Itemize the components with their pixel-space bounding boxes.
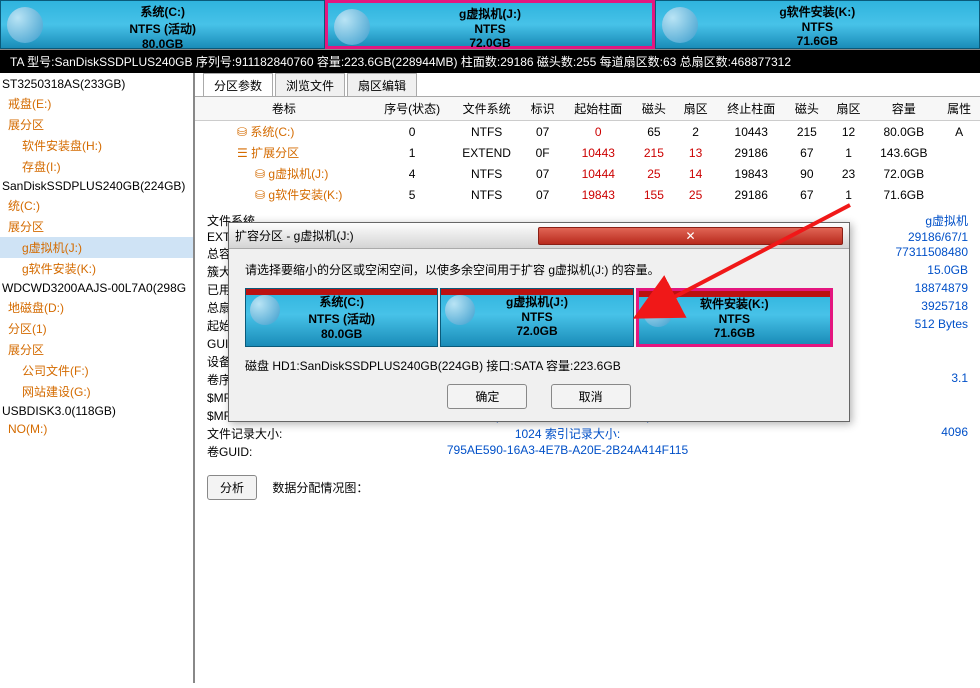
- dialog-drive-option[interactable]: g虚拟机(J:)NTFS72.0GB: [440, 288, 633, 347]
- table-header-row: 卷标序号(状态)文件系统标识起始柱面磁头扇区终止柱面磁头扇区容量属性: [195, 97, 980, 121]
- column-header[interactable]: 容量: [869, 97, 938, 121]
- tree-item[interactable]: NO(M:): [0, 420, 193, 438]
- tree-item[interactable]: 网站建设(G:): [0, 381, 193, 402]
- dialog-titlebar[interactable]: 扩容分区 - g虚拟机(J:) ✕: [229, 223, 849, 249]
- tab-strip: 分区参数浏览文件扇区编辑: [195, 73, 980, 97]
- column-header[interactable]: 序号(状态): [373, 97, 452, 121]
- dialog-drive-option[interactable]: 软件安装(K:)NTFS71.6GB: [636, 288, 833, 347]
- tree-item[interactable]: 展分区: [0, 339, 193, 360]
- dialog-instruction: 请选择要缩小的分区或空闲空间，以使多余空间用于扩容 g虚拟机(J:) 的容量。: [245, 261, 833, 278]
- tree-item[interactable]: 地磁盘(D:): [0, 297, 193, 318]
- column-header[interactable]: 扇区: [675, 97, 717, 121]
- disk-icon: [250, 295, 280, 325]
- partition-table-wrap: 卷标序号(状态)文件系统标识起始柱面磁头扇区终止柱面磁头扇区容量属性 ⛁ 系统(…: [195, 97, 980, 205]
- table-row[interactable]: ⛁ g软件安装(K:)5NTFS0719843155252918667171.6…: [195, 184, 980, 205]
- analyze-label: 数据分配情况图：: [272, 481, 368, 495]
- close-icon[interactable]: ✕: [538, 227, 843, 245]
- tree-item[interactable]: 分区(1): [0, 318, 193, 339]
- column-header[interactable]: 起始柱面: [564, 97, 634, 121]
- disk-icon: [662, 7, 698, 43]
- column-header[interactable]: 磁头: [633, 97, 675, 121]
- dialog-drive-row: 系统(C:)NTFS (活动)80.0GBg虚拟机(J:)NTFS72.0GB软…: [245, 288, 833, 347]
- tab[interactable]: 分区参数: [203, 73, 273, 96]
- table-body: ⛁ 系统(C:)0NTFS070652104432151280.0GBA☰ 扩展…: [195, 121, 980, 206]
- top-drive[interactable]: g虚拟机(J:)NTFS72.0GB: [325, 0, 654, 49]
- table-row[interactable]: ⛁ 系统(C:)0NTFS070652104432151280.0GBA: [195, 121, 980, 143]
- dialog-disk-info: 磁盘 HD1:SanDiskSSDPLUS240GB(224GB) 接口:SAT…: [245, 357, 833, 374]
- top-drive[interactable]: g软件安装(K:)NTFS71.6GB: [655, 0, 980, 49]
- column-header[interactable]: 扇区: [828, 97, 870, 121]
- disk-tree: ST3250318AS(233GB)戒盘(E:)展分区软件安装盘(H:)存盘(I…: [0, 73, 195, 683]
- tree-item[interactable]: 戒盘(E:): [0, 93, 193, 114]
- tree-item[interactable]: 统(C:): [0, 195, 193, 216]
- tree-item[interactable]: 展分区: [0, 216, 193, 237]
- dialog-title-text: 扩容分区 - g虚拟机(J:): [235, 227, 538, 244]
- tree-item[interactable]: 展分区: [0, 114, 193, 135]
- tab[interactable]: 扇区编辑: [347, 73, 417, 96]
- disk-info-bar: TA 型号:SanDiskSSDPLUS240GB 序列号:9111828407…: [0, 50, 980, 73]
- column-header[interactable]: 卷标: [195, 97, 373, 121]
- column-header[interactable]: 属性: [938, 97, 980, 121]
- disk-icon: [643, 297, 673, 327]
- analyze-button[interactable]: 分析: [207, 475, 257, 500]
- column-header[interactable]: 标识: [522, 97, 564, 121]
- top-drive[interactable]: 系统(C:)NTFS (活动)80.0GB: [0, 0, 325, 49]
- tree-item[interactable]: WDCWD3200AAJS-00L7A0(298G: [0, 279, 193, 297]
- tree-item[interactable]: 软件安装盘(H:): [0, 135, 193, 156]
- tree-item[interactable]: USBDISK3.0(118GB): [0, 402, 193, 420]
- top-drive-bar: 系统(C:)NTFS (活动)80.0GBg虚拟机(J:)NTFS72.0GBg…: [0, 0, 980, 50]
- table-row[interactable]: ⛁ g虚拟机(J:)4NTFS0710444251419843902372.0G…: [195, 163, 980, 184]
- tree-item[interactable]: g虚拟机(J:): [0, 237, 193, 258]
- tree-item[interactable]: SanDiskSSDPLUS240GB(224GB): [0, 177, 193, 195]
- tree-item[interactable]: g软件安装(K:): [0, 258, 193, 279]
- resize-dialog: 扩容分区 - g虚拟机(J:) ✕ 请选择要缩小的分区或空闲空间，以使多余空间用…: [228, 222, 850, 422]
- table-row[interactable]: ☰ 扩展分区1EXTEND0F104432151329186671143.6GB: [195, 142, 980, 163]
- column-header[interactable]: 终止柱面: [716, 97, 786, 121]
- column-header[interactable]: 文件系统: [451, 97, 521, 121]
- tab[interactable]: 浏览文件: [275, 73, 345, 96]
- cancel-button[interactable]: 取消: [551, 384, 631, 409]
- disk-icon: [7, 7, 43, 43]
- ok-button[interactable]: 确定: [447, 384, 527, 409]
- tree-item[interactable]: ST3250318AS(233GB): [0, 75, 193, 93]
- column-header[interactable]: 磁头: [786, 97, 828, 121]
- router-icon: ⚙: [871, 638, 911, 678]
- watermark: ⚙ 路由器 luyouqi.com: [871, 638, 970, 678]
- dialog-drive-option[interactable]: 系统(C:)NTFS (活动)80.0GB: [245, 288, 438, 347]
- tree-item[interactable]: 存盘(I:): [0, 156, 193, 177]
- tree-item[interactable]: 公司文件(F:): [0, 360, 193, 381]
